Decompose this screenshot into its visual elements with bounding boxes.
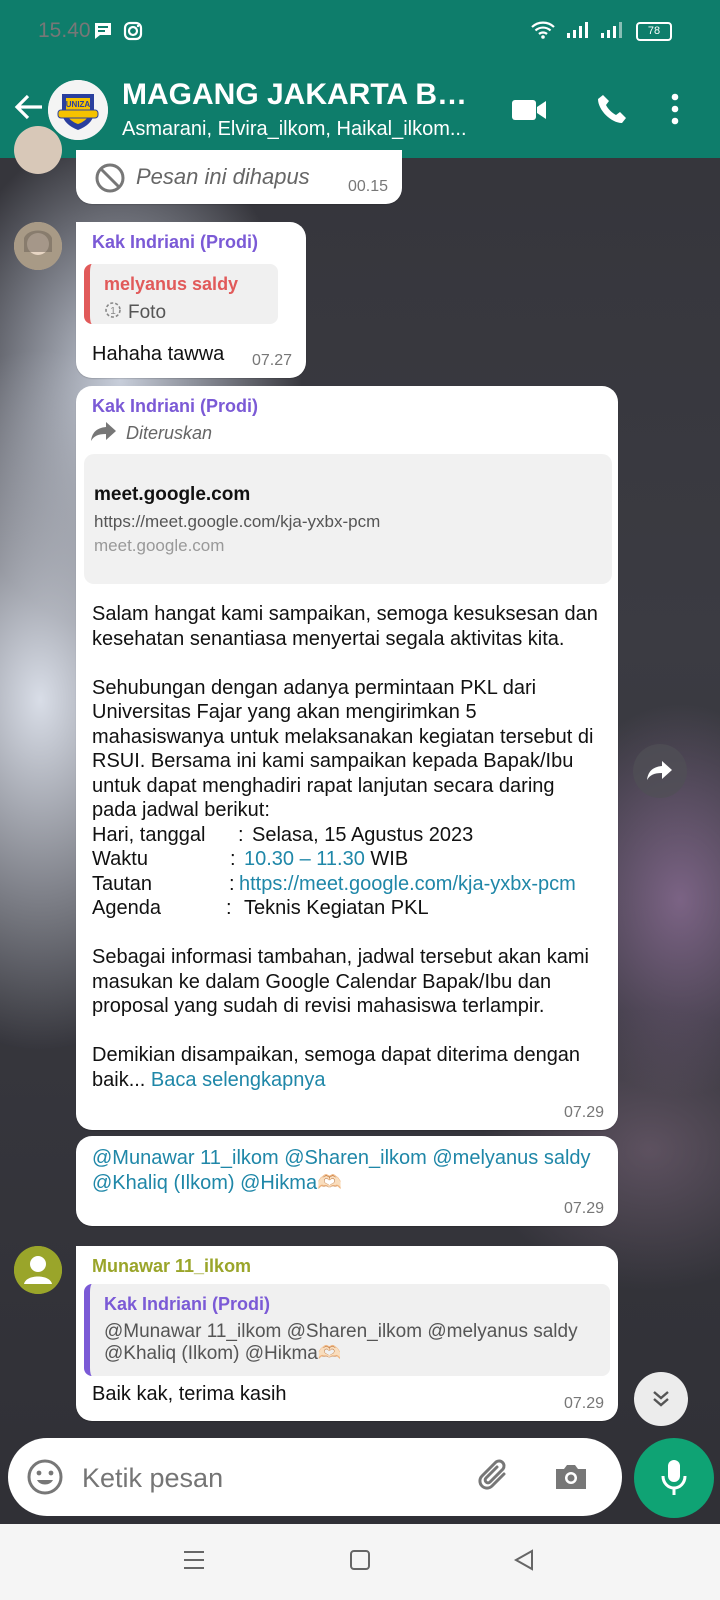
forwarded-label: Diteruskan	[126, 423, 213, 443]
group-members[interactable]: Asmarani, Elvira_ilkom, Haikal_ilkom...	[122, 118, 492, 141]
schedule-row-date: Hari, tanggal: Selasa, 15 Agustus 2023	[92, 823, 474, 846]
message-bubble[interactable]: Kak Indriani (Prodi) melyanus saldy 1 Fo…	[76, 222, 306, 378]
forwarded-message-bubble[interactable]: Kak Indriani (Prodi) Diteruskan meet.goo…	[76, 386, 618, 1130]
link-preview-url: https://meet.google.com/kja-yxbx-pcm	[94, 512, 381, 531]
sender-name[interactable]: Kak Indriani (Prodi)	[92, 232, 258, 253]
quote-sender: Kak Indriani (Prodi)	[104, 1294, 271, 1314]
recent-apps-icon[interactable]	[182, 1548, 206, 1577]
meet-link[interactable]: https://meet.google.com/kja-yxbx-pcm	[239, 872, 576, 897]
schedule-row-time: Waktu: 10.30 – 11.30 WIB	[92, 847, 409, 872]
paragraph-info: Sebagai informasi tambahan, jadwal terse…	[92, 946, 589, 1017]
message-time: 00.15	[347, 178, 388, 195]
message-time: 07.29	[563, 1200, 604, 1217]
mention-text[interactable]: @Munawar 11_ilkom @Sharen_ilkom @melyanu…	[92, 1146, 604, 1195]
chat-header: UNIZA MAGANG JAKARTA BA... Asmarani, Elv…	[0, 62, 720, 158]
message-composer	[8, 1438, 622, 1516]
signal-icon-2	[600, 21, 624, 44]
attach-icon[interactable]	[476, 1458, 514, 1501]
wifi-icon	[530, 20, 556, 45]
paragraph-greeting: Salam hangat kami sampaikan, semoga kesu…	[92, 603, 598, 650]
message-input[interactable]	[80, 1454, 464, 1502]
quote-sender: melyanus saldy	[104, 274, 239, 294]
paragraph-request: Sehubungan dengan adanya permintaan PKL …	[92, 676, 594, 822]
paragraph-closing: Demikian disampaikan, semoga dapat diter…	[92, 1044, 581, 1091]
system-navigation-bar	[0, 1524, 720, 1600]
sender-avatar-partial[interactable]	[14, 126, 62, 174]
link-preview[interactable]: meet.google.com https://meet.google.com/…	[84, 454, 612, 584]
svg-text:1: 1	[110, 306, 116, 317]
quoted-message[interactable]: Kak Indriani (Prodi) @Munawar 11_ilkom @…	[84, 1284, 610, 1376]
voice-message-button[interactable]	[634, 1438, 714, 1518]
message-time: 07.29	[563, 1104, 604, 1121]
group-avatar-text: UNIZA	[66, 100, 91, 109]
link-preview-title: meet.google.com	[94, 484, 251, 505]
status-bar: 15.40 78	[0, 0, 720, 62]
quote-text: Foto	[128, 302, 167, 323]
battery-indicator: 78	[636, 22, 672, 41]
quote-text: @Munawar 11_ilkom @Sharen_ilkom @melyanu…	[104, 1321, 578, 1364]
deleted-message-bubble[interactable]: Pesan ini dihapus 00.15	[76, 150, 402, 204]
message-time: 07.27	[251, 352, 292, 369]
message-text: Hahaha tawwa	[92, 343, 225, 365]
sender-avatar[interactable]	[14, 222, 62, 270]
back-arrow-icon[interactable]	[12, 90, 46, 129]
schedule-row-link: Tautan: https://meet.google.com/kja-yxbx…	[92, 872, 576, 897]
message-notification-icon	[92, 20, 114, 47]
signal-icon	[566, 21, 590, 44]
video-call-icon[interactable]	[510, 96, 548, 129]
more-options-icon[interactable]	[670, 92, 680, 131]
sender-avatar-default[interactable]	[14, 1246, 62, 1294]
read-more-link[interactable]: Baca selengkapnya	[151, 1069, 326, 1091]
time-link[interactable]: 10.30 – 11.30	[244, 847, 365, 872]
quoted-message[interactable]: melyanus saldy 1 Foto	[84, 264, 278, 324]
forward-button[interactable]	[633, 744, 687, 798]
forward-icon	[90, 420, 118, 447]
deleted-message-text: Pesan ini dihapus	[136, 164, 310, 189]
back-icon[interactable]	[512, 1548, 536, 1577]
voice-call-icon[interactable]	[595, 92, 629, 131]
sender-name[interactable]: Kak Indriani (Prodi)	[92, 396, 258, 417]
blocked-icon	[94, 162, 126, 199]
reply-message-bubble[interactable]: Munawar 11_ilkom Kak Indriani (Prodi) @M…	[76, 1246, 618, 1421]
message-time: 07.29	[563, 1395, 604, 1412]
group-title[interactable]: MAGANG JAKARTA BA...	[122, 78, 482, 112]
sender-name[interactable]: Munawar 11_ilkom	[92, 1256, 251, 1277]
instagram-icon	[122, 20, 144, 47]
group-avatar[interactable]: UNIZA	[48, 80, 108, 140]
view-once-icon: 1	[104, 301, 122, 325]
scroll-to-bottom-button[interactable]	[634, 1372, 688, 1426]
mention-message-bubble[interactable]: @Munawar 11_ilkom @Sharen_ilkom @melyanu…	[76, 1136, 618, 1226]
home-icon[interactable]	[348, 1548, 372, 1577]
camera-icon[interactable]	[552, 1458, 590, 1501]
link-preview-domain: meet.google.com	[94, 536, 225, 555]
message-body: Salam hangat kami sampaikan, semoga kesu…	[92, 602, 604, 1092]
emoji-icon[interactable]	[26, 1458, 64, 1501]
schedule-row-agenda: Agenda: Teknis Kegiatan PKL	[92, 897, 429, 919]
message-text: Baik kak, terima kasih	[92, 1383, 287, 1405]
